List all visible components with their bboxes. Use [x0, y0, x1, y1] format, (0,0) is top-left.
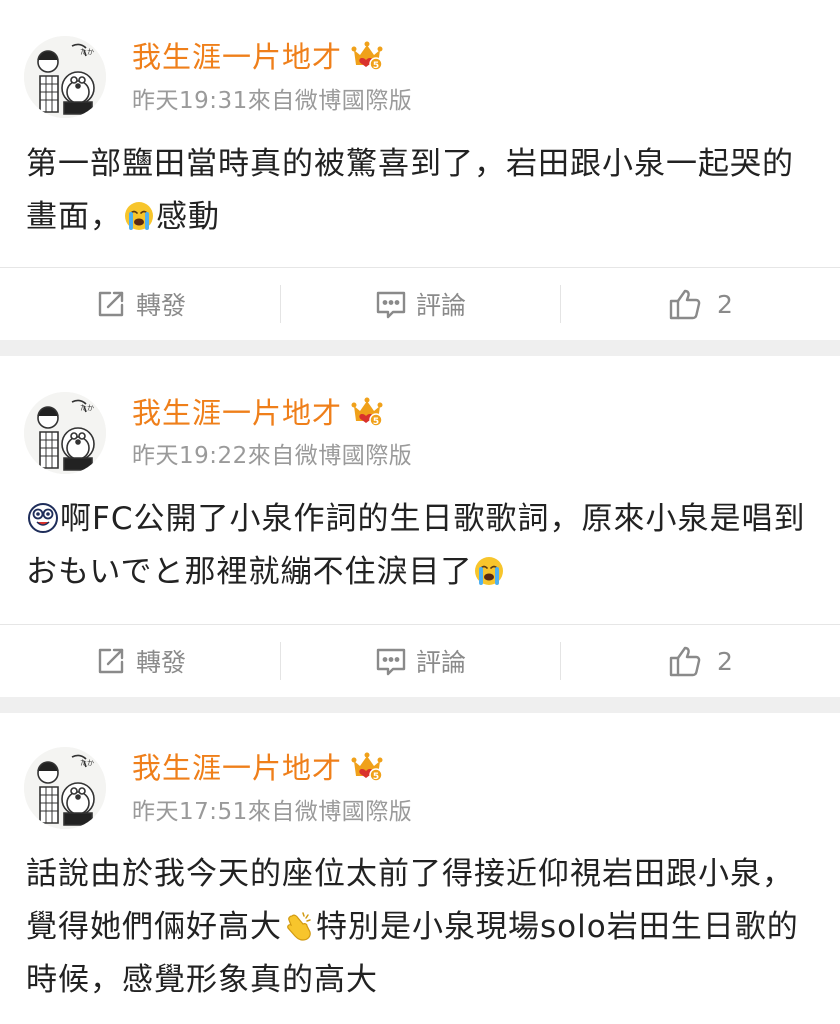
post-body: 啊FC公開了小泉作詞的生日歌歌詞，原來小泉是唱到おもいでと那裡就繃不住淚目了: [26, 493, 816, 599]
author-row: 我生涯一片地才 5: [132, 389, 384, 433]
author-row: 我生涯一片地才 5: [132, 744, 384, 788]
comment-button[interactable]: 評論: [280, 625, 560, 697]
repost-button[interactable]: 轉發: [0, 268, 280, 340]
speech-bubble-icon: [374, 644, 416, 678]
post-text: 啊FC公開了小泉作詞的生日歌歌詞，原來小泉是唱到おもいでと那裡就繃不住淚目了: [26, 501, 806, 590]
comment-label: 評論: [415, 291, 466, 320]
share-box-icon: [94, 287, 136, 321]
author-name[interactable]: 我生涯一片地才: [132, 745, 342, 787]
post-card: たか 我生涯一片地才 5 昨天19:22來自微博國際版 啊FC公開了小泉作詞的生…: [0, 356, 840, 697]
author-name[interactable]: 我生涯一片地才: [132, 34, 342, 76]
svg-text:5: 5: [373, 61, 379, 71]
vip-crown-badge-icon: 5: [350, 749, 384, 783]
like-count: 2: [717, 289, 733, 319]
thumbs-up-icon: [667, 643, 711, 679]
post-text: 感動: [156, 199, 220, 235]
avatar[interactable]: たか: [24, 747, 106, 829]
post-meta: 昨天19:31來自微博國際版: [132, 88, 413, 114]
repost-label: 轉發: [135, 648, 186, 677]
avatar[interactable]: たか: [24, 392, 106, 474]
repost-button[interactable]: 轉發: [0, 625, 280, 697]
action-bar: 轉發 評論 2: [0, 268, 840, 340]
like-button[interactable]: 2: [560, 625, 840, 697]
svg-text:5: 5: [373, 417, 379, 427]
weibo-comment-feed: たか 我生涯一片地才 5 昨天19:31來自微博國際版 第一部鹽田當時真的被驚喜…: [0, 0, 840, 1024]
repost-label: 轉發: [135, 291, 186, 320]
like-count: 2: [717, 646, 733, 676]
speech-bubble-icon: [374, 287, 416, 321]
post-body: 第一部鹽田當時真的被驚喜到了，岩田跟小泉一起哭的畫面， 感動: [26, 138, 816, 244]
post-meta: 昨天19:22來自微博國際版: [132, 443, 413, 469]
comment-label: 評論: [415, 648, 466, 677]
post-meta: 昨天17:51來自微博國際版: [132, 799, 413, 825]
crying-emoji-icon: [473, 551, 505, 585]
post-card: たか 我生涯一片地才 5 昨天19:31來自微博國際版 第一部鹽田當時真的被驚喜…: [0, 0, 840, 340]
share-box-icon: [94, 644, 136, 678]
thumbs-up-icon: [667, 286, 711, 322]
post-card: たか 我生涯一片地才 5 昨天17:51來自微博國際版 話說由於我今天的座位太前…: [0, 713, 840, 1024]
like-button[interactable]: 2: [560, 268, 840, 340]
vip-crown-badge-icon: 5: [350, 394, 384, 428]
author-name[interactable]: 我生涯一片地才: [132, 390, 342, 432]
action-bar: 轉發 評論 2: [0, 625, 840, 697]
post-body: 話說由於我今天的座位太前了得接近仰視岩田跟小泉，覺得她們倆好高大 特別是小泉現場s…: [26, 848, 816, 1007]
author-row: 我生涯一片地才 5: [132, 33, 384, 77]
silly-emoji-icon: [27, 498, 59, 533]
svg-text:5: 5: [373, 772, 379, 782]
avatar[interactable]: たか: [24, 36, 106, 118]
svg-text:たか: たか: [80, 404, 94, 412]
svg-text:たか: たか: [80, 48, 94, 56]
crying-emoji-icon: [123, 196, 155, 230]
svg-text:たか: たか: [80, 759, 94, 767]
vip-crown-badge-icon: 5: [350, 38, 384, 72]
clapping-hands-emoji-icon: [283, 906, 315, 941]
comment-button[interactable]: 評論: [280, 268, 560, 340]
